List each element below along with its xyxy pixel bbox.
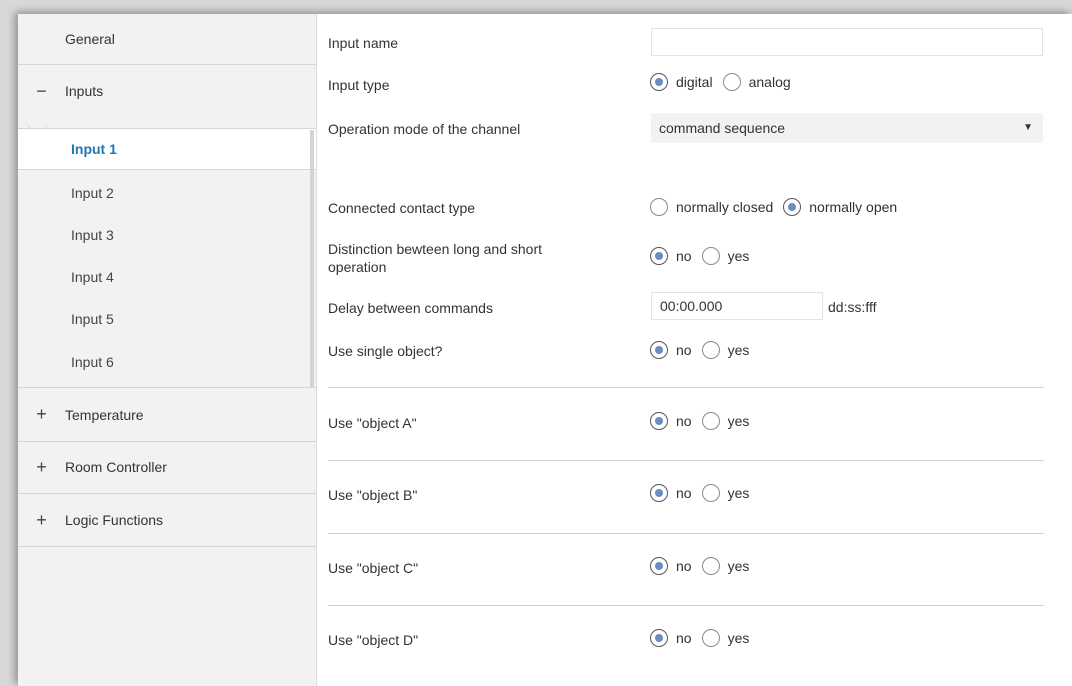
delay-label: Delay between commands <box>328 300 493 316</box>
object-b-row: Use "object B" no yes <box>316 481 1072 511</box>
sidebar-item-input-3[interactable]: Input 3 <box>18 214 310 256</box>
single-object-label: Use single object? <box>328 343 443 359</box>
radio-object-a-yes[interactable]: yes <box>701 412 749 430</box>
operation-mode-label: Operation mode of the channel <box>328 121 521 137</box>
dropdown-arrow-icon: ▼ <box>1023 122 1033 133</box>
radio-single-object-yes[interactable]: yes <box>701 341 749 359</box>
operation-mode-select[interactable]: command sequence ▼ <box>651 113 1043 143</box>
sidebar-item-input-1[interactable]: Input 1 <box>18 128 316 170</box>
sidebar-item-input-4[interactable]: Input 4 <box>18 256 310 298</box>
radio-object-b-no[interactable]: no <box>650 484 692 502</box>
sidebar-item-logic-functions[interactable]: + Logic Functions <box>18 494 316 547</box>
sidebar-item-label: Room Controller <box>65 459 167 475</box>
input-type-label: Input type <box>328 77 390 93</box>
contact-type-radio-group: normally closed normally open <box>650 198 907 216</box>
object-c-radio-group: no yes <box>650 557 759 575</box>
sidebar: General − Inputs Input 1 Input 2 Input 3… <box>18 14 317 686</box>
radio-object-a-no[interactable]: no <box>650 412 692 430</box>
divider <box>328 460 1044 461</box>
radio-checked-icon <box>650 73 668 91</box>
object-b-radio-group: no yes <box>650 484 759 502</box>
object-b-label: Use "object B" <box>328 487 418 503</box>
sidebar-item-label: Logic Functions <box>65 512 164 528</box>
sidebar-item-room-controller[interactable]: + Room Controller <box>18 441 316 494</box>
sidebar-item-input-5[interactable]: Input 5 <box>18 298 310 340</box>
object-d-radio-group: no yes <box>650 629 759 647</box>
single-object-row: Use single object? no yes <box>316 337 1072 367</box>
radio-unchecked-icon <box>701 341 720 359</box>
object-d-row: Use "object D" no yes <box>316 626 1072 656</box>
expand-icon[interactable]: + <box>18 457 65 478</box>
distinction-row: Distinction bewteen long and short opera… <box>316 238 1072 282</box>
radio-unchecked-icon <box>701 629 720 647</box>
divider <box>328 387 1044 388</box>
radio-object-b-yes[interactable]: yes <box>701 484 749 502</box>
radio-normally-open[interactable]: normally open <box>783 198 897 216</box>
sidebar-item-general[interactable]: General <box>18 14 316 65</box>
radio-unchecked-icon <box>722 73 741 91</box>
submenu-scrollbar[interactable] <box>310 130 314 388</box>
sidebar-item-label: General <box>65 31 115 47</box>
collapse-icon[interactable]: − <box>18 81 65 102</box>
radio-distinction-yes[interactable]: yes <box>701 247 749 265</box>
radio-unchecked-icon <box>701 247 720 265</box>
object-a-label: Use "object A" <box>328 415 417 431</box>
object-c-label: Use "object C" <box>328 560 419 576</box>
input-name-label: Input name <box>328 35 399 51</box>
radio-checked-icon <box>650 484 668 502</box>
distinction-label: Distinction bewteen long and short opera… <box>328 241 543 275</box>
radio-checked-icon <box>650 557 668 575</box>
radio-checked-icon <box>650 247 668 265</box>
radio-unchecked-icon <box>701 484 720 502</box>
delay-row: Delay between commands dd:ss:fff <box>316 292 1072 322</box>
expand-icon[interactable]: + <box>18 510 65 531</box>
sidebar-item-label: Inputs <box>65 83 104 99</box>
object-c-row: Use "object C" no yes <box>316 554 1072 584</box>
delay-input[interactable] <box>651 292 823 320</box>
object-a-row: Use "object A" no yes <box>316 409 1072 439</box>
radio-object-c-yes[interactable]: yes <box>701 557 749 575</box>
radio-unchecked-icon <box>701 412 720 430</box>
radio-object-c-no[interactable]: no <box>650 557 692 575</box>
input-type-row: Input type digital analog <box>316 72 1072 102</box>
divider <box>328 605 1044 606</box>
expand-icon[interactable]: + <box>18 404 65 425</box>
object-a-radio-group: no yes <box>650 412 759 430</box>
contact-type-label: Connected contact type <box>328 200 476 216</box>
sidebar-item-inputs[interactable]: − Inputs <box>18 65 316 117</box>
sidebar-item-input-6[interactable]: Input 6 <box>18 341 310 383</box>
distinction-radio-group: no yes <box>650 247 759 265</box>
sidebar-item-label: Temperature <box>65 406 144 423</box>
object-d-label: Use "object D" <box>328 632 419 648</box>
input-name-field[interactable] <box>651 28 1043 56</box>
operation-mode-row: Operation mode of the channel command se… <box>316 113 1072 145</box>
radio-checked-icon <box>650 341 668 359</box>
radio-object-d-yes[interactable]: yes <box>701 629 749 647</box>
radio-unchecked-icon <box>701 557 720 575</box>
parameter-form: Input name Input type digital analog Ope… <box>316 14 1072 686</box>
radio-checked-icon <box>650 412 668 430</box>
input-name-row: Input name <box>316 28 1072 58</box>
divider <box>328 533 1044 534</box>
app-window: General − Inputs Input 1 Input 2 Input 3… <box>18 14 1072 686</box>
radio-normally-closed[interactable]: normally closed <box>650 198 773 216</box>
radio-unchecked-icon <box>650 198 668 216</box>
delay-unit: dd:ss:fff <box>828 299 877 315</box>
operation-mode-value: command sequence <box>659 120 786 136</box>
radio-checked-icon <box>650 629 668 647</box>
radio-object-d-no[interactable]: no <box>650 629 692 647</box>
sidebar-item-temperature[interactable]: + Temperature <box>18 387 316 442</box>
sidebar-item-input-2[interactable]: Input 2 <box>18 172 310 214</box>
contact-type-row: Connected contact type normally closed n… <box>316 197 1072 227</box>
radio-analog[interactable]: analog <box>722 73 791 91</box>
single-object-radio-group: no yes <box>650 341 759 359</box>
radio-distinction-no[interactable]: no <box>650 247 692 265</box>
radio-single-object-no[interactable]: no <box>650 341 692 359</box>
radio-digital[interactable]: digital <box>650 73 713 91</box>
radio-checked-icon <box>783 198 802 216</box>
input-type-radio-group: digital analog <box>650 73 801 91</box>
